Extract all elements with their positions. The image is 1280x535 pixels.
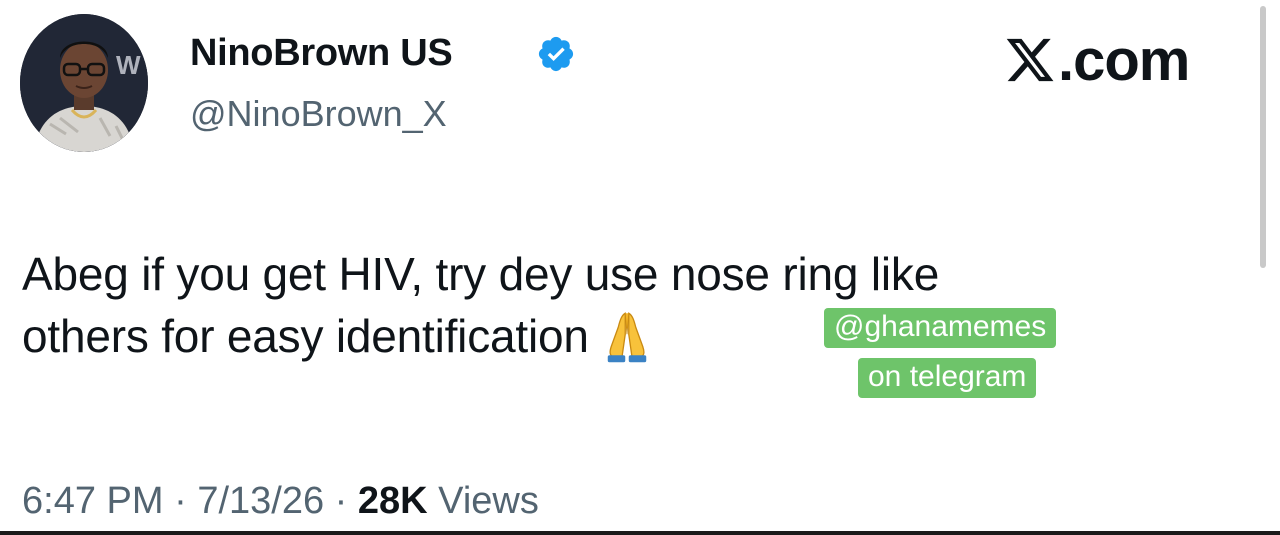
- tweet-text-line-2-text: others for easy identification: [22, 310, 589, 362]
- author-avatar[interactable]: W: [20, 14, 148, 152]
- folded-hands-icon: [607, 312, 647, 363]
- brand-domain-text: .com: [1058, 28, 1190, 93]
- bottom-edge: [0, 531, 1280, 535]
- x-com-watermark: .com: [1004, 28, 1190, 94]
- tweet-body: Abeg if you get HIV, try dey use nose ri…: [22, 243, 1172, 367]
- views-count[interactable]: 28K: [358, 480, 428, 522]
- ghanamemes-sticker-handle: @ghanamemes: [824, 308, 1057, 348]
- ghanamemes-sticker-telegram: on telegram: [858, 358, 1037, 398]
- x-logo-icon: [1006, 38, 1054, 82]
- tweet-date[interactable]: 7/13/26: [197, 480, 324, 522]
- tweet-time[interactable]: 6:47 PM: [22, 480, 164, 522]
- tweet-meta: 6:47 PM · 7/13/26 · 28K Views: [22, 478, 539, 524]
- svg-text:W: W: [116, 50, 141, 80]
- author-display-name[interactable]: NinoBrown US: [190, 30, 453, 76]
- author-handle[interactable]: @NinoBrown_X: [190, 92, 447, 136]
- avatar-image: W: [20, 14, 148, 152]
- meta-separator: ·: [174, 480, 187, 522]
- verified-badge-icon: [538, 36, 574, 72]
- meta-separator: ·: [334, 480, 348, 522]
- tweet-card: W NinoBrown US @NinoBrown_X .com Abeg if…: [0, 0, 1280, 535]
- tweet-text-line-1: Abeg if you get HIV, try dey use nose ri…: [22, 248, 940, 300]
- views-label[interactable]: Views: [438, 480, 539, 522]
- scrollbar-thumb[interactable]: [1260, 6, 1266, 268]
